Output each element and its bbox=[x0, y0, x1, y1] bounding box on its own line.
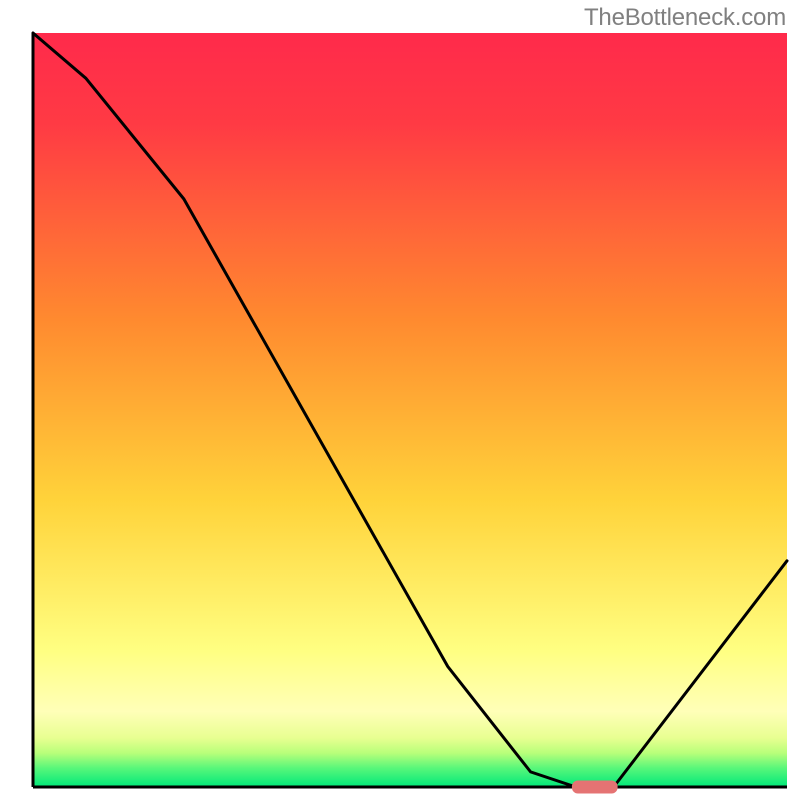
bottleneck-chart bbox=[0, 0, 800, 800]
chart-container: { "watermark": "TheBottleneck.com", "col… bbox=[0, 0, 800, 800]
optimal-marker bbox=[572, 781, 618, 794]
watermark-text: TheBottleneck.com bbox=[584, 4, 786, 32]
plot-background bbox=[33, 33, 787, 787]
